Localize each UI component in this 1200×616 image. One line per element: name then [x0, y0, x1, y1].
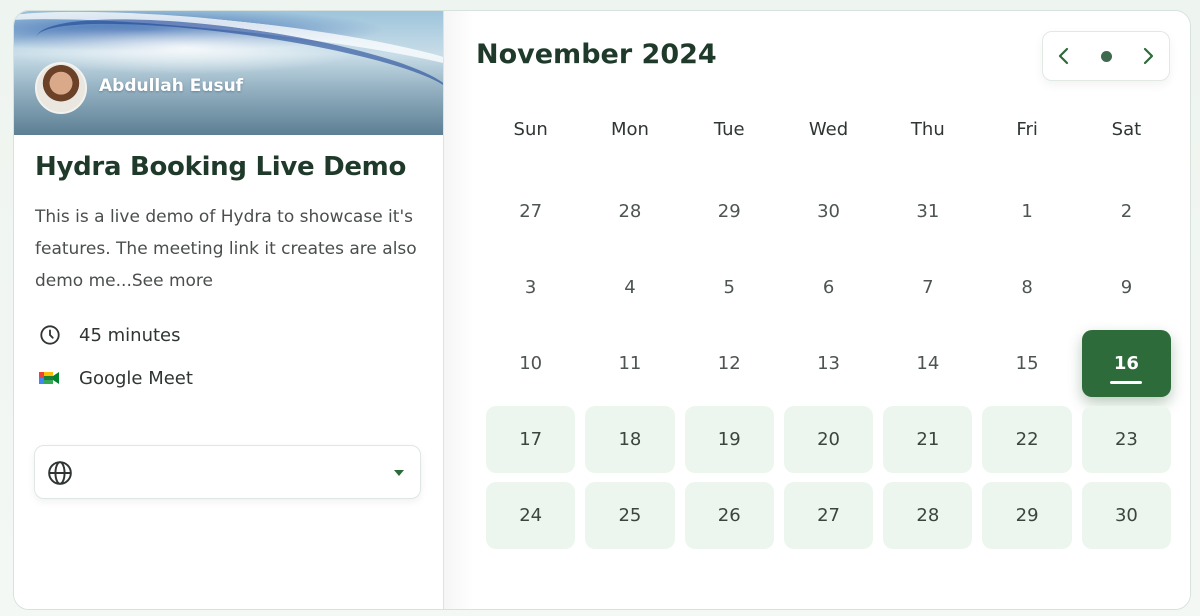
unavailable-date: 13 — [817, 352, 840, 374]
chevron-left-icon — [1058, 47, 1069, 65]
available-date[interactable]: 24 — [486, 481, 576, 549]
available-date[interactable]: 17 — [486, 405, 576, 473]
month-label: November 2024 — [476, 39, 717, 70]
description-text: This is a live demo of Hydra to showcase… — [35, 207, 417, 291]
calendar-week: 27 28 29 30 31 1 2 — [481, 173, 1165, 249]
weekday-label: Tue — [713, 119, 745, 140]
unavailable-date: 5 — [723, 276, 735, 298]
google-meet-icon — [35, 363, 65, 393]
available-date[interactable]: 20 — [783, 405, 874, 473]
dot-icon — [1100, 50, 1112, 62]
location-label: Google Meet — [79, 367, 193, 389]
available-date[interactable]: 18 — [585, 405, 675, 473]
calendar-panel: November 2024 Sun Mon Tue Wed Thu Fri Sat 27 28… — [444, 11, 1190, 609]
unavailable-date: 1 — [1021, 200, 1033, 222]
calendar-grid: Sun Mon Tue Wed Thu Fri Sat 27 28 29 30 31 1 2 3 4 5 6 7 8… — [481, 119, 1172, 553]
event-title: Hydra Booking Live Demo — [35, 152, 407, 182]
unavailable-date: 9 — [1120, 276, 1133, 298]
unavailable-date: 6 — [822, 276, 835, 298]
available-date[interactable]: 21 — [883, 405, 973, 473]
calendar-week: 24 25 26 27 28 29 30 — [481, 477, 1172, 553]
month-navigation — [1042, 31, 1170, 81]
unavailable-date: 28 — [618, 200, 642, 222]
unavailable-date: 11 — [618, 352, 642, 374]
timezone-select[interactable] — [34, 445, 421, 499]
unavailable-date: 10 — [519, 352, 543, 374]
weekday-label: Wed — [808, 119, 849, 140]
available-date[interactable]: 27 — [783, 481, 874, 549]
unavailable-date: 31 — [916, 200, 940, 222]
unavailable-date: 30 — [817, 200, 840, 222]
unavailable-date: 7 — [922, 276, 934, 298]
see-more-link[interactable]: See more — [132, 271, 213, 291]
today-button[interactable] — [1091, 41, 1121, 71]
available-date[interactable]: 22 — [982, 405, 1072, 473]
available-date[interactable]: 26 — [684, 481, 774, 549]
clock-icon — [35, 320, 65, 350]
calendar-week: 3 4 5 6 7 8 9 — [481, 249, 1165, 325]
booking-card: Abdullah Eusuf Hydra Booking Live Demo T… — [13, 10, 1191, 610]
unavailable-date: 4 — [624, 276, 636, 298]
unavailable-date: 15 — [1015, 352, 1039, 374]
weekday-header: Sun Mon Tue Wed Thu Fri Sat — [481, 119, 1165, 149]
unavailable-date: 3 — [524, 276, 537, 298]
available-date[interactable]: 25 — [585, 481, 675, 549]
weekday-label: Fri — [1016, 119, 1038, 140]
calendar-week: 10 11 12 13 14 15 16 — [481, 325, 1172, 401]
duration-label: 45 minutes — [79, 324, 181, 346]
cover-banner: Abdullah Eusuf — [14, 11, 443, 135]
chevron-right-icon — [1143, 47, 1154, 65]
location-row: Google Meet — [35, 363, 193, 393]
available-date[interactable]: 30 — [1081, 481, 1172, 549]
prev-month-button[interactable] — [1049, 41, 1079, 71]
available-date[interactable]: 29 — [982, 481, 1072, 549]
caret-down-icon — [394, 470, 404, 476]
weekday-label: Mon — [610, 119, 649, 140]
selected-date[interactable]: 16 — [1081, 329, 1172, 397]
weekday-label: Thu — [910, 119, 945, 140]
calendar-weeks: 27 28 29 30 31 1 2 3 4 5 6 7 8 9 10 11 12 13 14 15 16 17 18 19 2… — [481, 173, 1172, 553]
next-month-button[interactable] — [1133, 41, 1163, 71]
event-description: This is a live demo of Hydra to showcase… — [35, 201, 427, 297]
globe-icon — [47, 460, 73, 490]
event-details-panel: Abdullah Eusuf Hydra Booking Live Demo T… — [14, 11, 444, 609]
duration-row: 45 minutes — [35, 320, 181, 350]
available-date[interactable]: 28 — [883, 481, 973, 549]
unavailable-date: 8 — [1021, 276, 1033, 298]
calendar-week: 17 18 19 20 21 22 23 — [481, 401, 1172, 477]
available-date[interactable]: 23 — [1081, 405, 1172, 473]
host-name: Abdullah Eusuf — [99, 76, 244, 96]
weekday-label: Sun — [513, 119, 548, 140]
unavailable-date: 14 — [916, 352, 940, 374]
unavailable-date: 12 — [717, 352, 741, 374]
available-date[interactable]: 19 — [684, 405, 774, 473]
unavailable-date: 2 — [1120, 200, 1133, 222]
unavailable-date: 27 — [519, 200, 543, 222]
unavailable-date: 29 — [717, 200, 741, 222]
weekday-label: Sat — [1111, 119, 1142, 140]
banner-wave — [30, 11, 443, 134]
avatar — [35, 62, 87, 114]
